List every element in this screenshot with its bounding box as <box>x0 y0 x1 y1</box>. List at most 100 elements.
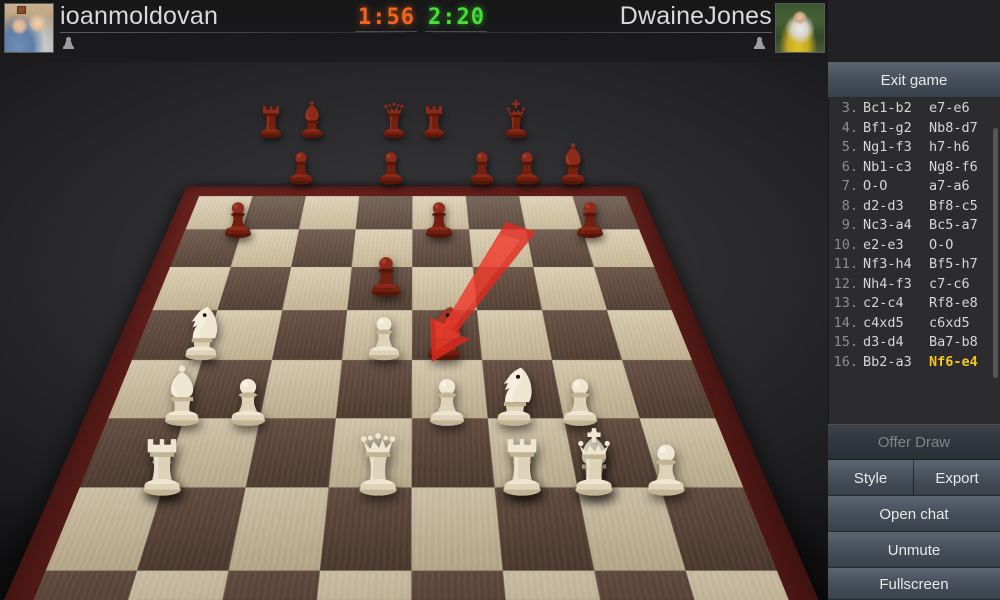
style-button[interactable]: Style <box>828 460 914 496</box>
square-d4[interactable] <box>336 360 412 418</box>
square-c2[interactable] <box>229 487 329 570</box>
move-row[interactable]: 6.Nb1-c3Ng8-f6 <box>829 157 1000 177</box>
square-e4[interactable] <box>412 360 488 418</box>
move-number: 13. <box>829 295 863 311</box>
board-area <box>0 62 828 600</box>
move-number: 10. <box>829 237 863 253</box>
clock-white-underline <box>355 31 417 32</box>
avatar-image <box>5 4 53 52</box>
move-row[interactable]: 12.Nh4-f3c7-c6 <box>829 274 1000 294</box>
unmute-button[interactable]: Unmute <box>828 532 1000 568</box>
square-d8[interactable] <box>356 196 413 229</box>
move-row[interactable]: 13.c2-c4Rf8-e8 <box>829 294 1000 314</box>
square-c4[interactable] <box>260 360 342 418</box>
move-black[interactable]: Bf8-c5 <box>929 198 995 214</box>
move-black[interactable]: Bc5-a7 <box>929 217 995 233</box>
move-white[interactable]: d2-d3 <box>863 198 929 214</box>
move-black[interactable]: Ba7-b8 <box>929 334 995 350</box>
move-black[interactable]: a7-a6 <box>929 178 995 194</box>
square-d2[interactable] <box>320 487 412 570</box>
move-white[interactable]: Bb2-a3 <box>863 354 929 370</box>
move-white[interactable]: d3-d4 <box>863 334 929 350</box>
move-white[interactable]: c2-c4 <box>863 295 929 311</box>
square-f7[interactable] <box>469 229 533 267</box>
move-row[interactable]: 16.Bb2-a3Nf6-e4 <box>829 352 1000 372</box>
move-row[interactable]: 3.Bc1-b2e7-e6 <box>829 99 1000 119</box>
square-e2[interactable] <box>411 487 502 570</box>
avatar-black-player[interactable] <box>775 3 825 53</box>
black-player-name[interactable]: DwaineJones <box>620 2 772 31</box>
move-black[interactable]: Rf8-e8 <box>929 295 995 311</box>
move-black[interactable]: O-O <box>929 237 995 253</box>
pawn-icon <box>753 37 766 52</box>
side-panel: Exit game 2.b2-b3Bc8-f53.Bc1-b2e7-e64.Bf… <box>828 0 1000 600</box>
move-black[interactable]: e7-e6 <box>929 100 995 116</box>
move-white[interactable]: O-O <box>863 178 929 194</box>
move-row[interactable]: 9.Nc3-a4Bc5-a7 <box>829 216 1000 236</box>
move-number: 11. <box>829 256 863 272</box>
move-list-scrollbar[interactable] <box>993 128 998 378</box>
square-e6[interactable] <box>412 267 477 310</box>
square-e3[interactable] <box>412 418 495 487</box>
move-white[interactable]: c4xd5 <box>863 315 929 331</box>
move-row[interactable]: 10.e2-e3O-O <box>829 235 1000 255</box>
square-c7[interactable] <box>291 229 355 267</box>
white-player-name[interactable]: ioanmoldovan <box>60 2 218 31</box>
square-d7[interactable] <box>352 229 413 267</box>
chess-board[interactable] <box>4 196 818 600</box>
square-c3[interactable] <box>246 418 336 487</box>
move-white[interactable]: e2-e3 <box>863 237 929 253</box>
move-white[interactable]: Nc3-a4 <box>863 217 929 233</box>
move-row[interactable]: 7.O-Oa7-a6 <box>829 177 1000 197</box>
square-c8[interactable] <box>299 196 359 229</box>
move-number: 15. <box>829 334 863 350</box>
move-number: 5. <box>829 139 863 155</box>
avatar-white-player[interactable] <box>4 3 54 53</box>
square-b7[interactable] <box>231 229 299 267</box>
style-export-row: Style Export <box>828 460 1000 496</box>
move-row[interactable]: 15.d3-d4Ba7-b8 <box>829 333 1000 353</box>
move-number: 14. <box>829 315 863 331</box>
move-white[interactable]: Ng1-f3 <box>863 139 929 155</box>
fullscreen-button[interactable]: Fullscreen <box>828 568 1000 600</box>
move-black[interactable]: Nb8-d7 <box>929 120 995 136</box>
move-white[interactable]: Nf3-h4 <box>863 256 929 272</box>
black-name-underline <box>432 32 772 33</box>
move-number: 16. <box>829 354 863 370</box>
offer-draw-button[interactable]: Offer Draw <box>828 424 1000 460</box>
square-d6[interactable] <box>347 267 412 310</box>
square-b8[interactable] <box>242 196 306 229</box>
move-row[interactable]: 11.Nf3-h4Bf5-h7 <box>829 255 1000 275</box>
board-squares[interactable] <box>4 196 818 600</box>
square-f8[interactable] <box>466 196 526 229</box>
move-black[interactable]: Bf5-h7 <box>929 256 995 272</box>
move-white[interactable]: Nb1-c3 <box>863 159 929 175</box>
move-white[interactable]: Nh4-f3 <box>863 276 929 292</box>
square-d3[interactable] <box>329 418 412 487</box>
move-row[interactable]: 8.d2-d3Bf8-c5 <box>829 196 1000 216</box>
square-b6[interactable] <box>217 267 291 310</box>
square-c6[interactable] <box>282 267 351 310</box>
move-row[interactable]: 4.Bf1-g2Nb8-d7 <box>829 118 1000 138</box>
square-f4[interactable] <box>482 360 564 418</box>
exit-game-button[interactable]: Exit game <box>828 62 1000 98</box>
move-number: 9. <box>829 217 863 233</box>
move-black[interactable]: Nf6-e4 <box>929 354 995 370</box>
clock-black: 2:20 <box>428 5 485 30</box>
export-button[interactable]: Export <box>914 460 1000 496</box>
move-black[interactable]: h7-h6 <box>929 139 995 155</box>
move-black[interactable]: c7-c6 <box>929 276 995 292</box>
move-white[interactable]: Bf1-g2 <box>863 120 929 136</box>
open-chat-button[interactable]: Open chat <box>828 496 1000 532</box>
move-row[interactable]: 14.c4xd5c6xd5 <box>829 313 1000 333</box>
move-white[interactable]: Bc1-b2 <box>863 100 929 116</box>
move-black[interactable]: Ng8-f6 <box>929 159 995 175</box>
move-list[interactable]: 2.b2-b3Bc8-f53.Bc1-b2e7-e64.Bf1-g2Nb8-d7… <box>828 98 1000 424</box>
square-f3[interactable] <box>488 418 578 487</box>
square-f6[interactable] <box>473 267 542 310</box>
move-number: 7. <box>829 178 863 194</box>
square-e7[interactable] <box>412 229 473 267</box>
move-black[interactable]: c6xd5 <box>929 315 995 331</box>
move-row[interactable]: 5.Ng1-f3h7-h6 <box>829 138 1000 158</box>
square-e8[interactable] <box>412 196 469 229</box>
